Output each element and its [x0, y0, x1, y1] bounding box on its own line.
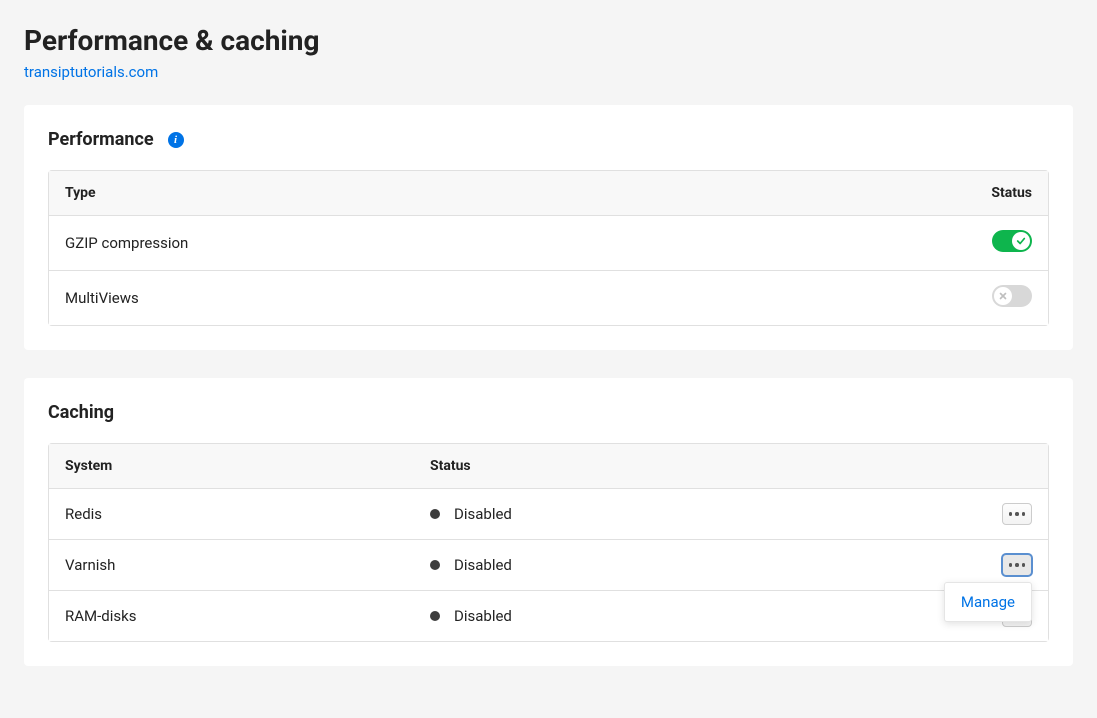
status-dot-icon [430, 611, 440, 621]
col-header-status: Status [952, 185, 1032, 201]
caching-row-status: Disabled [454, 556, 512, 574]
caching-row: Varnish Disabled Manage [49, 540, 1048, 591]
more-button[interactable] [1002, 503, 1032, 525]
caching-card: Caching System Status Redis Disabled [24, 378, 1073, 666]
x-icon [994, 287, 1012, 305]
performance-row-label: GZIP compression [65, 234, 952, 252]
manage-menu-item[interactable]: Manage [945, 583, 1031, 621]
ellipsis-icon [1009, 563, 1013, 567]
performance-section-title: Performance [48, 129, 154, 150]
performance-row-label: MultiViews [65, 289, 952, 307]
toggle-gzip[interactable] [992, 230, 1032, 252]
caching-row-status: Disabled [454, 607, 512, 625]
performance-card: Performance i Type Status GZIP compressi… [24, 105, 1073, 350]
more-dropdown: Manage [944, 582, 1032, 622]
ellipsis-icon [1022, 512, 1026, 516]
caching-row-system: Varnish [65, 556, 430, 574]
info-icon[interactable]: i [168, 132, 184, 148]
toggle-multiviews[interactable] [992, 285, 1032, 307]
performance-row: GZIP compression [49, 216, 1048, 271]
ellipsis-icon [1015, 563, 1019, 567]
ellipsis-icon [1009, 512, 1013, 516]
caching-row: Redis Disabled [49, 489, 1048, 540]
caching-row-system: Redis [65, 505, 430, 523]
caching-row-system: RAM-disks [65, 607, 430, 625]
col-header-system: System [65, 458, 430, 474]
caching-row-status: Disabled [454, 505, 512, 523]
caching-table: System Status Redis Disabled [48, 443, 1049, 642]
col-header-status: Status [430, 458, 982, 474]
page-title: Performance & caching [24, 24, 1073, 57]
ellipsis-icon [1015, 512, 1019, 516]
performance-table: Type Status GZIP compression MultiViews [48, 170, 1049, 326]
status-dot-icon [430, 560, 440, 570]
col-header-type: Type [65, 185, 952, 201]
check-icon [1012, 232, 1030, 250]
breadcrumb[interactable]: transiptutorials.com [24, 63, 1073, 81]
caching-row: RAM-disks Disabled [49, 591, 1048, 641]
more-button[interactable] [1002, 554, 1032, 576]
performance-row: MultiViews [49, 271, 1048, 325]
status-dot-icon [430, 509, 440, 519]
caching-section-title: Caching [48, 402, 114, 423]
ellipsis-icon [1022, 563, 1026, 567]
